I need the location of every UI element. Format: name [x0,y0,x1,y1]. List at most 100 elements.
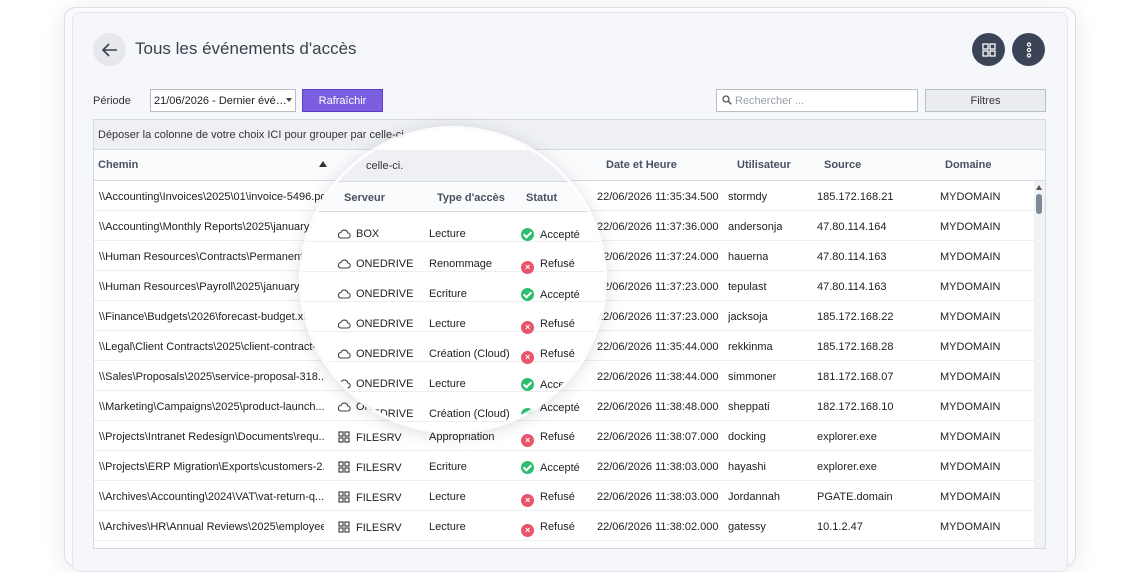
server-cell: ONEDRIVE [337,348,413,360]
table-row[interactable]: \\Archives\HR\Annual Reviews\2025\employ… [94,511,1034,541]
x-circle-icon: × [521,524,534,537]
server-cell: ONEDRIVE [337,318,413,330]
domain-cell: MYDOMAIN [940,431,1001,443]
col-status-header[interactable]: Statut [526,192,557,204]
server-name: ONEDRIVE [356,318,414,330]
chevron-down-icon [286,98,292,102]
path-cell: \\Legal\Client Contracts\2025\client-con… [99,341,324,353]
more-vertical-icon [1026,41,1031,58]
col-access-type-header[interactable]: Type d'accès [437,192,505,204]
status-cell: Accepté [521,461,580,474]
cloud-icon [337,349,351,359]
check-circle-icon [521,408,534,421]
source-cell: 47.80.114.163 [817,251,887,263]
col-path-header[interactable]: Chemin [98,159,138,171]
search-icon [722,95,732,105]
date-cell: 22/06/2026 11:37:23.000 [597,281,719,293]
search-input[interactable]: Rechercher ... [716,89,918,112]
date-cell: 22/06/2026 11:38:07.000 [597,431,719,443]
scroll-up-icon[interactable] [1036,185,1042,190]
server-name: BOX [356,228,380,240]
status-text: Refusé [540,491,575,503]
col-source-header[interactable]: Source [824,159,861,171]
user-cell: tepulast [728,281,767,293]
source-cell: 185.172.168.22 [817,311,894,323]
source-cell: explorer.exe [817,461,877,473]
status-text: Accepté [540,379,580,391]
user-cell: hayashi [728,461,766,473]
period-label: Période [93,95,131,107]
status-text: Refusé [540,521,575,533]
windows-server-icon [338,461,350,473]
status-cell: Accepté [521,378,580,391]
user-cell: gatessy [728,521,766,533]
arrow-left-icon [101,42,117,57]
access-cell: Création (Cloud) [429,408,510,420]
user-cell: andersonja [728,221,783,233]
refresh-button[interactable]: Rafraîchir [302,89,383,112]
check-circle-icon [521,288,534,301]
scrollbar-thumb[interactable] [1036,194,1042,214]
source-cell: PGATE.domain [817,491,893,503]
domain-cell: MYDOMAIN [940,341,1001,353]
domain-cell: MYDOMAIN [940,191,1001,203]
path-cell: \\Archives\Accounting\2024\VAT\vat-retur… [99,491,324,503]
path-cell: \\Accounting\Invoices\2025\01\invoice-54… [99,191,324,203]
status-cell: × Refusé [521,258,575,274]
source-cell: 47.80.114.163 [817,281,887,293]
status-text: Accepté [540,462,580,474]
server-cell: ONEDRIVE [337,258,413,270]
server-name: ONEDRIVE [356,258,414,270]
user-cell: docking [728,431,766,443]
more-menu-button[interactable] [1012,33,1045,66]
source-cell: 185.172.168.21 [817,191,894,203]
grid-view-button[interactable] [972,33,1005,66]
status-text: Accepté [540,289,580,301]
period-select[interactable]: 21/06/2026 - Dernier évé… [150,89,296,112]
date-cell: 22/06/2026 11:38:02.000 [597,521,719,533]
status-cell: Accepté [521,408,580,421]
filters-button[interactable]: Filtres [925,89,1046,112]
status-text: Accepté [540,229,580,241]
col-date-header[interactable]: Date et Heure [606,159,677,171]
lens-group-bar [302,150,604,182]
cloud-icon [337,319,351,329]
source-cell: 182.172.168.10 [817,401,894,413]
user-cell: Jordannah [728,491,780,503]
access-cell: Lecture [429,521,466,533]
path-cell: \\Human Resources\Payroll\2025\january-p… [99,281,324,293]
col-server-header[interactable]: Serveur [344,192,385,204]
server-cell: ONEDRIVE [337,378,413,390]
cloud-icon [337,409,351,419]
lens-group-hint: celle-ci. [366,160,404,172]
server-name: ONEDRIVE [356,408,414,420]
access-cell: Lecture [429,228,466,240]
domain-cell: MYDOMAIN [940,521,1001,533]
access-cell: Lecture [429,491,466,503]
cloud-icon [337,259,351,269]
table-row[interactable]: \\Projects\ERP Migration\Exports\custome… [94,451,1034,481]
back-button[interactable] [93,33,126,66]
cloud-icon [337,379,351,389]
user-cell: stormdy [728,191,768,203]
status-cell: × Refusé [521,318,575,334]
access-cell: Lecture [429,378,466,390]
server-cell: ONEDRIVE [337,288,413,300]
vertical-scrollbar[interactable] [1034,181,1045,548]
server-cell: FILESRV [337,431,402,444]
col-domain-header[interactable]: Domaine [945,159,991,171]
status-cell: × Refusé [521,491,575,507]
access-cell: Création (Cloud) [429,348,510,360]
date-cell: 22/06/2026 11:38:03.000 [597,491,719,503]
magnified-content: celle-ci. Serveur Type d'accès Statut BO… [302,129,604,431]
x-circle-icon: × [521,351,534,364]
x-circle-icon: × [521,494,534,507]
table-row[interactable]: \\Archives\Accounting\2024\VAT\vat-retur… [94,481,1034,511]
domain-cell: MYDOMAIN [940,221,1001,233]
date-cell: 22/06/2026 11:37:36.000 [597,221,719,233]
user-cell: jacksoja [728,311,768,323]
col-user-header[interactable]: Utilisateur [737,159,791,171]
windows-server-icon [338,521,350,533]
server-name: FILESRV [356,522,402,534]
path-cell: \\Archives\HR\Annual Reviews\2025\employ… [99,521,324,533]
